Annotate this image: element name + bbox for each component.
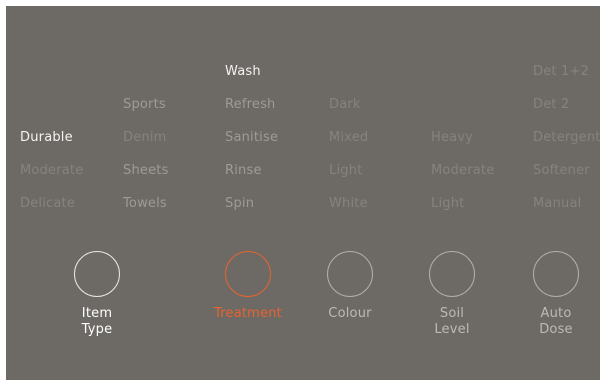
auto-dose-options: Det 1+2 Det 2 Detergent Softener Manual [533,6,600,236]
auto-dose-knob-group: Auto Dose [501,251,600,338]
item-type-knob[interactable] [74,251,120,297]
colour-option-dark[interactable]: Dark [329,97,361,113]
colour-options: Dark Mixed Light White [329,6,429,236]
auto-dose-knob-label: Auto Dose [539,306,573,337]
treatment-knob-label: Treatment [214,306,282,321]
treatment-option-towels[interactable]: Towels [123,196,167,212]
treatment-option-sports[interactable]: Sports [123,97,166,113]
item-type-knob-group: Item Type [42,251,152,338]
item-type-option-delicate[interactable]: Delicate [20,196,75,212]
colour-knob-label: Colour [328,306,372,321]
treatment-suboptions: Sports Denim Sheets Towels [123,6,223,236]
treatment-options: Wash Refresh Sanitise Rinse Spin [225,6,325,236]
auto-dose-option-detergent[interactable]: Detergent [533,130,600,146]
item-type-option-moderate[interactable]: Moderate [20,163,83,179]
treatment-option-denim[interactable]: Denim [123,130,167,146]
soil-level-option-light[interactable]: Light [431,196,464,212]
item-type-option-durable[interactable]: Durable [20,130,73,146]
item-type-options: Durable Moderate Delicate [20,6,110,236]
auto-dose-knob[interactable] [533,251,579,297]
treatment-knob-group: Treatment [193,251,303,322]
treatment-option-spin[interactable]: Spin [225,196,254,212]
treatment-option-refresh[interactable]: Refresh [225,97,276,113]
auto-dose-option-det-1-2[interactable]: Det 1+2 [533,64,589,80]
auto-dose-option-softener[interactable]: Softener [533,163,590,179]
auto-dose-option-det-2[interactable]: Det 2 [533,97,570,113]
washer-control-panel: Durable Moderate Delicate Sports Denim S… [6,6,600,380]
treatment-option-rinse[interactable]: Rinse [225,163,262,179]
auto-dose-option-manual[interactable]: Manual [533,196,581,212]
soil-level-option-moderate[interactable]: Moderate [431,163,494,179]
treatment-knob[interactable] [225,251,271,297]
soil-level-knob-group: Soil Level [397,251,507,338]
treatment-option-wash[interactable]: Wash [225,64,261,80]
treatment-option-sanitise[interactable]: Sanitise [225,130,278,146]
soil-level-knob-label: Soil Level [434,306,470,337]
soil-level-option-heavy[interactable]: Heavy [431,130,473,146]
soil-level-options: Heavy Moderate Light [431,6,531,236]
treatment-option-sheets[interactable]: Sheets [123,163,169,179]
colour-knob[interactable] [327,251,373,297]
colour-option-mixed[interactable]: Mixed [329,130,368,146]
colour-option-white[interactable]: White [329,196,368,212]
item-type-knob-label: Item Type [81,306,113,337]
colour-knob-group: Colour [295,251,405,322]
colour-option-light[interactable]: Light [329,163,362,179]
soil-level-knob[interactable] [429,251,475,297]
